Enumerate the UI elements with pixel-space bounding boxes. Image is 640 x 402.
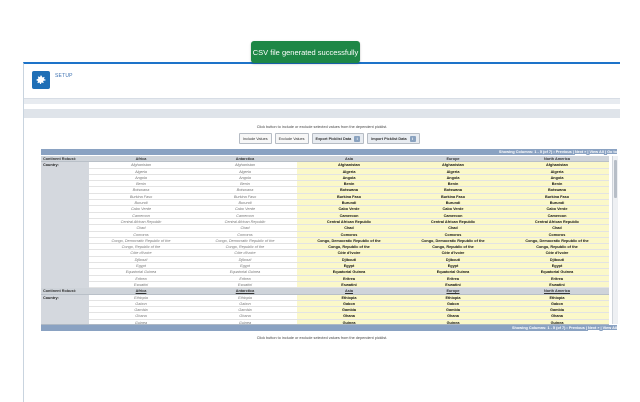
instructions-top: Click button to include or exclude selec… [256,125,388,129]
exclude-values-button[interactable]: Exclude Values [274,133,309,144]
grid-scrollbar[interactable] [612,156,618,324]
app-window: SETUP Click button to include or exclude… [23,62,620,402]
sub-header-bar [24,109,620,118]
include-values-button[interactable]: Include Values [239,133,272,144]
scrollbar-thumb[interactable] [614,160,617,198]
next-link[interactable]: Next » [575,150,586,154]
instructions-bottom: Click button to include or exclude selec… [256,336,388,340]
export-picklist-label: Export Picklist Data [315,136,352,141]
pager-status: Showing Columns: 1 - 5 (of 7) • Previous… [512,326,587,330]
export-picklist-button[interactable]: Export Picklist Data i [311,133,365,144]
info-icon[interactable]: i [409,135,416,142]
import-picklist-label: Import Picklist Data [371,136,407,141]
pager-top: Showing Columns: 1 - 5 (of 7) • Previous… [41,149,617,155]
header-bar: SETUP [24,64,620,94]
go-to-link[interactable]: Go to [607,150,617,154]
gear-icon [36,75,46,84]
picklist-grid: Continent Robust: Africa Antarctica Asia Eur… [41,156,609,325]
button-row: Include Values Exclude Values Export Pic… [239,133,420,144]
import-picklist-button[interactable]: Import Picklist Data i [367,133,420,144]
next-link[interactable]: Next » [588,326,599,330]
pager-bottom: Showing Columns: 1 - 5 (of 7) • Previous… [41,325,617,331]
setup-gear-button[interactable] [32,71,50,89]
info-icon[interactable]: i [354,135,361,142]
sub-header-strip [24,98,620,104]
view-all-link[interactable]: View All [590,150,604,154]
view-all-link[interactable]: View All [603,326,617,330]
pager-status: Showing Columns: 1 - 5 (of 7) • Previous… [498,150,574,154]
setup-label[interactable]: SETUP [55,73,73,79]
toast-notification: CSV file generated successfully [251,41,360,63]
